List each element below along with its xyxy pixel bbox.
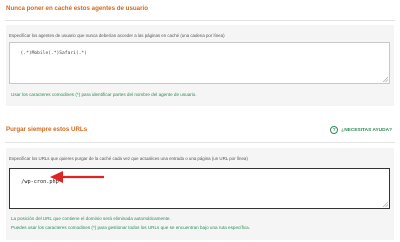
purge-urls-title: Purgar siempre estos URLs: [6, 126, 88, 133]
user-agents-value: (.*)Mobile(.*)Safari(.*): [20, 51, 87, 56]
user-agents-description: Especificar los agentes de usuario que n…: [9, 33, 225, 38]
resize-handle-icon[interactable]: [383, 77, 388, 82]
question-icon: ?: [330, 126, 339, 134]
red-arrow-annotation-icon: [50, 171, 104, 183]
help-link-label: ¿NECESITAS AYUDA?: [341, 127, 392, 133]
resize-handle-icon[interactable]: [383, 202, 388, 207]
user-agents-help: Usar los caracteres comodines (*) para i…: [11, 92, 197, 97]
section-divider: [5, 20, 395, 21]
help-link[interactable]: ? ¿NECESITAS AYUDA?: [330, 126, 392, 134]
purge-urls-help-1: La posición del URL que contiene el domi…: [11, 216, 171, 221]
purge-urls-help-2: Puedes usar los caracteres comodines (*)…: [11, 225, 251, 230]
section-divider: [5, 142, 395, 143]
purge-urls-description: Especificar los URLs que quieres purgar …: [9, 156, 248, 161]
user-agents-textarea[interactable]: (.*)Mobile(.*)Safari(.*): [9, 42, 390, 84]
user-agents-title: Nunca poner en caché estos agentes de us…: [6, 5, 149, 12]
